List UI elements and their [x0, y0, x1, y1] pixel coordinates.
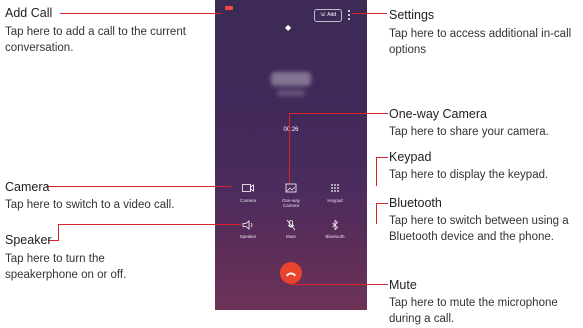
speaker-icon[interactable]	[241, 219, 255, 231]
keypad-label: Keypad	[327, 198, 343, 203]
one-way-camera-line-h	[289, 113, 388, 114]
keypad-title: Keypad	[389, 150, 432, 164]
keypad-line-h	[376, 157, 388, 158]
speaker-desc: Tap here to turn the speakerphone on or …	[5, 253, 127, 281]
caller-name	[271, 72, 311, 86]
add-call-line	[60, 13, 222, 14]
add-call-desc: Tap here to add a call to the current co…	[5, 26, 186, 54]
mute-label: Mute	[285, 234, 296, 239]
end-call-icon	[286, 272, 296, 277]
call-audio-icon: ◆	[285, 23, 292, 32]
speaker-title: Speaker	[5, 233, 52, 247]
status-bar	[215, 0, 367, 12]
add-call-title: Add Call	[5, 6, 53, 20]
mute-title: Mute	[389, 278, 417, 292]
settings-title: Settings	[389, 8, 435, 22]
one-way-camera-label: One-way Camera	[281, 198, 300, 208]
keypad-line-v	[376, 157, 377, 186]
end-call-button[interactable]	[280, 262, 302, 284]
bluetooth-icon[interactable]	[328, 219, 342, 231]
bluetooth-line-v	[376, 203, 377, 224]
add-call-button[interactable]: ☏ Add	[314, 9, 342, 22]
add-call-button-label: Add	[327, 12, 337, 18]
settings-desc: Tap here to access additional in-call op…	[389, 28, 572, 56]
one-way-camera-desc: Tap here to share your camera.	[389, 126, 549, 138]
keypad-icon[interactable]	[328, 182, 342, 194]
settings-line	[352, 13, 387, 14]
one-way-camera-icon[interactable]	[284, 182, 298, 194]
battery-icon	[225, 6, 233, 10]
add-call-icon: ☏	[319, 12, 327, 18]
keypad-desc: Tap here to display the keypad.	[389, 169, 549, 181]
camera-label: Camera	[239, 198, 256, 203]
mute-desc: Tap here to mute the microphone during a…	[389, 297, 558, 325]
caller-number	[277, 90, 305, 96]
settings-menu-icon[interactable]	[347, 9, 351, 21]
speaker-line-h2	[58, 224, 241, 225]
speaker-line-v	[58, 224, 59, 241]
bluetooth-title: Bluetooth	[389, 196, 442, 210]
bluetooth-desc: Tap here to switch between using a Bluet…	[389, 215, 569, 243]
one-way-camera-title: One-way Camera	[389, 107, 487, 121]
camera-title: Camera	[5, 180, 50, 194]
camera-desc: Tap here to switch to a video call.	[5, 199, 175, 211]
bluetooth-label: Bluetooth	[325, 234, 345, 239]
one-way-camera-line-v	[289, 113, 290, 183]
camera-icon[interactable]	[241, 182, 255, 194]
mute-icon[interactable]	[284, 219, 298, 231]
bluetooth-line-h	[376, 203, 388, 204]
call-timer: 00:26	[283, 127, 299, 133]
camera-line	[46, 186, 231, 187]
phone-screen: ☏ Add ◆ 00:26 Camera One-way Camera Keyp…	[215, 0, 367, 310]
speaker-label: Speaker	[239, 234, 257, 239]
mute-line	[290, 284, 388, 285]
